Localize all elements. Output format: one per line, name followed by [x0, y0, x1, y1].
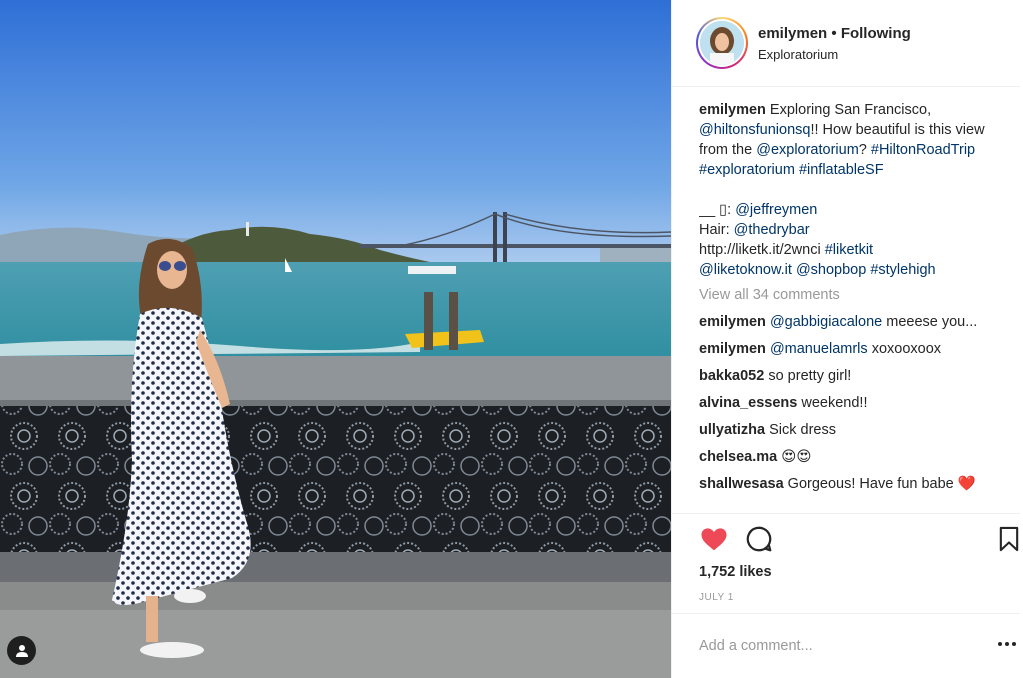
comment-username[interactable]: chelsea.ma — [699, 449, 777, 465]
separator-dot: • — [831, 25, 837, 42]
like-button[interactable] — [699, 524, 729, 554]
comment-item: emilymen @manuelamrls xoxooxoox — [699, 339, 999, 359]
comment-username[interactable]: shallwesasa — [699, 476, 784, 492]
post-username[interactable]: emilymen — [758, 25, 827, 42]
hashtag-link[interactable]: #HiltonRoadTrip — [871, 142, 975, 158]
likes-count[interactable]: 1,752 likes — [699, 564, 772, 580]
comments-list[interactable]: emilymen Exploring San Francisco, @hilto… — [699, 100, 999, 514]
hashtag-link[interactable]: #inflatableSF — [799, 162, 884, 178]
section-divider — [672, 513, 1020, 514]
comment-item: bakka052 so pretty girl! — [699, 366, 999, 386]
comment-text: Gorgeous! Have fun babe ❤️ — [783, 476, 976, 492]
comment-button[interactable] — [744, 524, 774, 554]
avatar-image — [700, 21, 744, 65]
post-side-panel: emilymen • Following Exploratorium emily… — [671, 0, 1023, 678]
mention-link[interactable]: @hiltonsfunionsq — [699, 122, 810, 138]
comment-item: ullyatizha Sick dress — [699, 420, 999, 440]
hashtag-link[interactable]: #exploratorium — [699, 162, 795, 178]
mention-link[interactable]: @gabbigiacalone — [770, 314, 882, 330]
person-tag-icon — [15, 644, 28, 657]
post-header: emilymen • Following Exploratorium — [672, 0, 1020, 87]
bookmark-icon — [999, 526, 1019, 552]
post-caption: emilymen Exploring San Francisco, @hilto… — [699, 100, 999, 280]
more-options-icon — [998, 642, 1016, 646]
post-photo[interactable] — [0, 0, 671, 678]
story-ring[interactable] — [696, 17, 748, 69]
avatar[interactable] — [700, 21, 744, 65]
heart-icon — [701, 528, 727, 551]
comment-text: Sick dress — [765, 422, 836, 438]
caption-text: __ ▯: — [699, 202, 736, 218]
caption-text: Hair: — [699, 222, 734, 238]
comment-username[interactable]: emilymen — [699, 341, 766, 357]
mention-link[interactable]: @jeffreymen — [735, 202, 817, 218]
save-button[interactable] — [995, 524, 1023, 554]
mention-link[interactable]: @exploratorium — [756, 142, 859, 158]
mention-link[interactable]: @shopbop — [796, 262, 866, 278]
following-button[interactable]: Following — [841, 25, 911, 42]
comment-text: 😍😍 — [777, 449, 812, 465]
comment-item: shallwesasa Gorgeous! Have fun babe ❤️ — [699, 474, 999, 494]
mention-link[interactable]: @thedrybar — [734, 222, 810, 238]
comment-username[interactable]: ullyatizha — [699, 422, 765, 438]
photo-scene — [0, 0, 671, 678]
more-options-button[interactable] — [996, 636, 1018, 652]
view-all-comments-link[interactable]: View all 34 comments — [699, 285, 999, 305]
header-user-line: emilymen • Following — [758, 25, 911, 42]
caption-username[interactable]: emilymen — [699, 102, 766, 118]
comment-item: emilymen @gabbigiacalone meeese you... — [699, 312, 999, 332]
mention-link[interactable]: @liketoknow.it — [699, 262, 792, 278]
caption-url: http://liketk.it/2wnci — [699, 242, 825, 258]
post-location[interactable]: Exploratorium — [758, 47, 838, 62]
hashtag-link[interactable]: #liketkit — [825, 242, 873, 258]
comment-username[interactable]: alvina_essens — [699, 395, 797, 411]
comment-username[interactable]: emilymen — [699, 314, 766, 330]
comment-bubble-icon — [746, 526, 772, 552]
comment-item: chelsea.ma 😍😍 — [699, 447, 999, 467]
comment-text: xoxooxoox — [867, 341, 942, 357]
hashtag-link[interactable]: #stylehigh — [870, 262, 935, 278]
comment-item: alvina_essens weekend!! — [699, 393, 999, 413]
caption-text: Exploring San Francisco, — [765, 102, 932, 118]
action-bar — [699, 524, 1019, 558]
comment-username[interactable]: bakka052 — [699, 368, 764, 384]
comment-text: so pretty girl! — [764, 368, 852, 384]
user-tags-button[interactable] — [7, 636, 36, 665]
post-date[interactable]: JULY 1 — [699, 592, 734, 603]
mention-link[interactable]: @manuelamrls — [770, 341, 868, 357]
add-comment-input[interactable] — [699, 634, 969, 658]
add-comment-section — [672, 613, 1020, 678]
comment-text: weekend!! — [797, 395, 868, 411]
comment-text: meeese you... — [882, 314, 978, 330]
caption-text: ? — [858, 142, 871, 158]
